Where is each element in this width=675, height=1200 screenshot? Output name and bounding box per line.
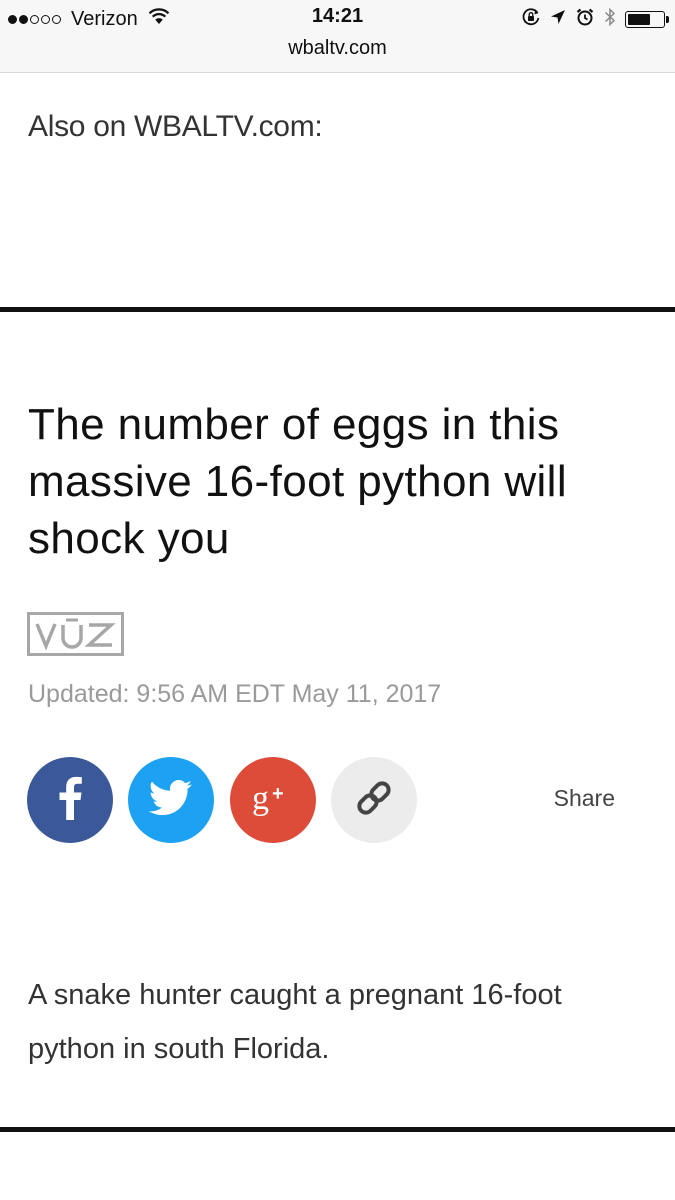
article-headline: The number of eggs in this massive 16-fo… xyxy=(28,400,568,563)
article-body: A snake hunter caught a pregnant 16-foot… xyxy=(28,979,562,1065)
twitter-icon xyxy=(148,779,193,821)
twitter-share-button[interactable] xyxy=(128,757,214,843)
bottom-divider xyxy=(0,1127,675,1132)
link-icon xyxy=(354,778,394,823)
copy-link-button[interactable] xyxy=(331,757,417,843)
address-bar-url[interactable]: wbaltv.com xyxy=(0,37,675,60)
battery-icon xyxy=(625,10,669,28)
facebook-icon xyxy=(57,776,83,825)
alarm-icon xyxy=(575,7,595,32)
svg-text:g: g xyxy=(252,780,269,817)
battery-level xyxy=(628,13,651,25)
google-plus-share-button[interactable]: g + xyxy=(230,757,316,843)
location-arrow-icon xyxy=(550,9,566,30)
also-on-heading: Also on WBALTV.com: xyxy=(28,110,323,143)
share-label[interactable]: Share xyxy=(554,785,615,812)
status-icons xyxy=(521,6,669,32)
svg-text:+: + xyxy=(272,783,284,805)
google-plus-icon: g + xyxy=(248,778,298,823)
section-divider xyxy=(0,307,675,312)
vuz-logo xyxy=(27,612,124,656)
updated-timestamp: Updated: 9:56 AM EDT May 11, 2017 xyxy=(28,680,442,708)
status-bar: Verizon 14:21 wbaltv.com xyxy=(0,0,675,73)
bluetooth-icon xyxy=(604,7,616,32)
rotation-lock-icon xyxy=(521,7,541,32)
facebook-share-button[interactable] xyxy=(27,757,113,843)
